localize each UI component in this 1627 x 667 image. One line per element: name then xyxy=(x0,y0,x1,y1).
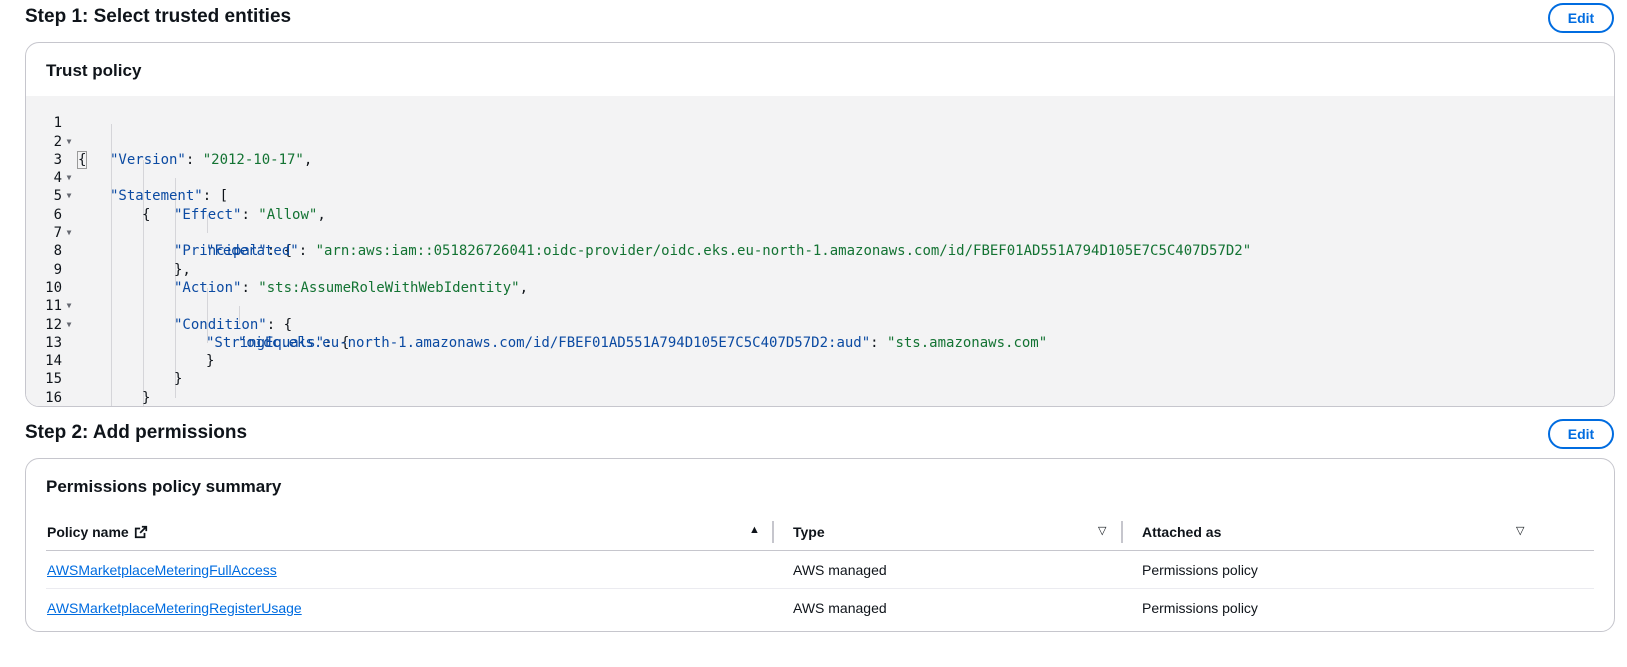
step2-title: Step 2: Add permissions xyxy=(25,422,248,443)
step1-title: Step 1: Select trusted entities xyxy=(25,6,292,27)
code-line: 11 ▼ "StringEquals": { xyxy=(26,279,1614,351)
code-line: 6 ▼ "Principal": { xyxy=(26,188,1614,260)
policy-attached-as: Permissions policy xyxy=(1142,561,1258,578)
permissions-summary-card: Permissions policy summary Policy name ▲… xyxy=(25,458,1615,632)
table-header: Policy name ▲ Type ▽ Attached as ▽ xyxy=(46,514,1594,551)
caret-down-outline-icon[interactable]: ▽ xyxy=(1516,524,1524,537)
code-line: 1 ▼ { xyxy=(26,96,1614,169)
permissions-summary-title: Permissions policy summary xyxy=(46,477,282,496)
code-line: 2 "Version": "2012-10-17", xyxy=(26,114,1614,168)
step2-edit-button[interactable]: Edit xyxy=(1548,419,1614,449)
caret-down-outline-icon[interactable]: ▽ xyxy=(1098,524,1106,537)
code-line: 13 } xyxy=(26,316,1614,369)
column-header-attached-as[interactable]: Attached as xyxy=(1142,514,1221,550)
code-line: 3 ▼ "Statement": [ xyxy=(26,133,1614,205)
column-header-policy-name[interactable]: Policy name xyxy=(47,514,148,550)
code-line: 8 }, xyxy=(26,224,1614,277)
column-resizer[interactable] xyxy=(1121,521,1123,543)
step1-edit-button[interactable]: Edit xyxy=(1548,3,1614,33)
policy-code-editor[interactable]: 1 ▼ { 2 "Version": "2012-10-17", 3 ▼ "St… xyxy=(26,96,1614,406)
column-label: Attached as xyxy=(1142,524,1222,540)
column-resizer[interactable] xyxy=(772,521,774,543)
policy-type: AWS managed xyxy=(793,561,887,578)
column-label: Policy name xyxy=(47,524,129,540)
code-line: 10 ▼ "Condition": { xyxy=(26,261,1614,333)
code-line: 9 "Action": "sts:AssumeRoleWithWebIdenti… xyxy=(26,242,1614,296)
table-row: AWSMarketplaceMeteringRegisterUsage AWS … xyxy=(46,589,1594,626)
code-line: 14 } xyxy=(26,334,1614,387)
trust-policy-title: Trust policy xyxy=(46,61,142,80)
trust-policy-card: Trust policy 1 ▼ { 2 "Version": "2012-10… xyxy=(25,42,1615,407)
code-line: 7 "Federated": "arn:aws:iam::05182672604… xyxy=(26,206,1614,259)
code-line: 4 ▼ { xyxy=(26,151,1614,223)
policy-link[interactable]: AWSMarketplaceMeteringRegisterUsage xyxy=(47,600,302,616)
code-line: 12 "oidc.eks.eu-north-1.amazonaws.com/id… xyxy=(26,297,1614,351)
external-link-icon xyxy=(134,525,147,539)
code-line: 17 } xyxy=(26,389,1614,406)
caret-up-filled-icon[interactable]: ▲ xyxy=(749,524,760,536)
step2-header: Step 2: Add permissions Edit xyxy=(25,418,1614,452)
step1-header: Step 1: Select trusted entities Edit xyxy=(25,2,1614,36)
code-line: 16 ] xyxy=(26,371,1614,406)
code-line: 5 "Effect": "Allow", xyxy=(26,169,1614,222)
column-header-type[interactable]: Type xyxy=(793,514,825,550)
table-row: AWSMarketplaceMeteringFullAccess AWS man… xyxy=(46,551,1594,589)
policy-type: AWS managed xyxy=(793,599,887,616)
policy-attached-as: Permissions policy xyxy=(1142,599,1258,616)
policy-link[interactable]: AWSMarketplaceMeteringFullAccess xyxy=(47,562,277,578)
code-line: 15 } xyxy=(26,352,1614,405)
column-label: Type xyxy=(793,524,825,540)
